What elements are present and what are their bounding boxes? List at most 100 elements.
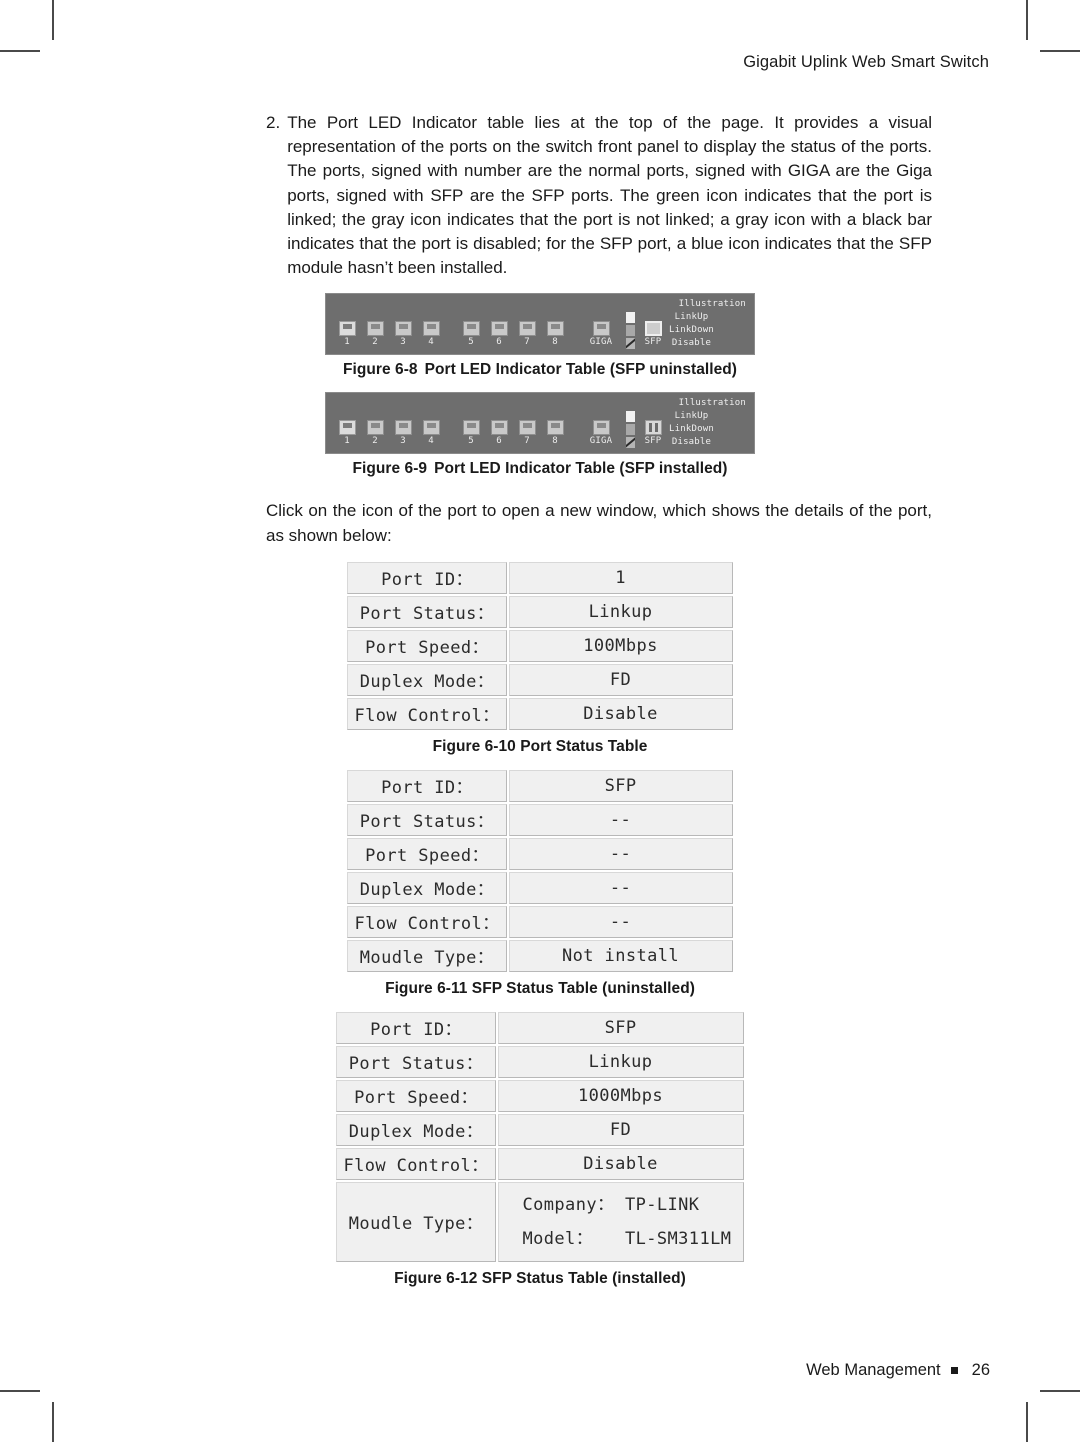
table-row: Port Speed： 100Mbps: [347, 629, 733, 662]
port-4[interactable]: 4: [420, 321, 442, 348]
table-row: Flow Control： Disable: [347, 697, 733, 730]
table-row: Port Status： --: [347, 803, 733, 836]
linkup-swatch-icon: [626, 311, 635, 323]
port-giga[interactable]: GIGA: [584, 420, 618, 447]
field-label: Port Speed：: [336, 1079, 496, 1112]
port-linkup-icon[interactable]: [338, 420, 356, 436]
linkdown-swatch-icon: [626, 423, 635, 435]
port-linkdown-icon[interactable]: [546, 321, 564, 337]
table-row: Duplex Mode： FD: [336, 1113, 744, 1146]
port-5[interactable]: 5: [460, 420, 482, 447]
disable-swatch-icon: [626, 436, 635, 448]
port-7[interactable]: 7: [516, 420, 538, 447]
port-linkdown-icon[interactable]: [462, 420, 480, 436]
port-linkdown-icon[interactable]: [462, 321, 480, 337]
port-8[interactable]: 8: [544, 321, 566, 348]
table-row: Port Speed： --: [347, 837, 733, 870]
port-label: 4: [428, 337, 434, 348]
table-row: Flow Control： --: [347, 905, 733, 938]
port-5[interactable]: 5: [460, 321, 482, 348]
field-label: Port Status：: [347, 803, 507, 836]
field-value: FD: [497, 1113, 744, 1146]
port-1[interactable]: 1: [336, 321, 358, 348]
port-linkdown-icon[interactable]: [394, 420, 412, 436]
port-linkdown-icon[interactable]: [394, 321, 412, 337]
port-linkdown-icon[interactable]: [422, 321, 440, 337]
port-giga[interactable]: GIGA: [584, 321, 618, 348]
field-value: Linkup: [497, 1045, 744, 1078]
field-label: Moudle Type：: [347, 939, 507, 972]
figure-caption-6-11: Figure 6-11 SFP Status Table (uninstalle…: [385, 979, 695, 997]
field-value: Disable: [508, 697, 733, 730]
port-2[interactable]: 2: [364, 321, 386, 348]
port-linkup-icon[interactable]: [338, 321, 356, 337]
legend: Illustration LinkUp LinkDown Disable: [624, 298, 748, 349]
table-row: Port Speed： 1000Mbps: [336, 1079, 744, 1112]
port-label: GIGA: [589, 337, 613, 348]
field-value: SFP: [497, 1011, 744, 1044]
port-6[interactable]: 6: [488, 321, 510, 348]
field-value: --: [508, 871, 733, 904]
table-row: Port ID： 1: [347, 561, 733, 594]
field-label: Port ID：: [336, 1011, 496, 1044]
port-4[interactable]: 4: [420, 420, 442, 447]
field-value: Not install: [508, 939, 733, 972]
figure-title: Port LED Indicator Table (SFP uninstalle…: [424, 361, 737, 379]
legend-row-linkup: LinkUp: [624, 311, 748, 323]
field-label: Port Status：: [336, 1045, 496, 1078]
port-linkdown-icon[interactable]: [490, 321, 508, 337]
field-value: --: [508, 905, 733, 938]
port-label: 6: [496, 436, 502, 447]
port-label: 3: [400, 337, 406, 348]
port-label: 8: [552, 337, 558, 348]
port-linkdown-icon[interactable]: [592, 321, 610, 337]
legend-label: Disable: [671, 437, 712, 448]
field-label: Duplex Mode：: [336, 1113, 496, 1146]
field-value: SFP: [508, 769, 733, 802]
port-label: 8: [552, 436, 558, 447]
port-linkdown-icon[interactable]: [518, 321, 536, 337]
port-label: GIGA: [589, 436, 613, 447]
field-label: Flow Control：: [347, 697, 507, 730]
field-label: Port Speed：: [347, 629, 507, 662]
legend-row-linkdown: LinkDown: [624, 423, 748, 435]
legend-row-disable: Disable: [624, 337, 748, 349]
document-page: Gigabit Uplink Web Smart Switch 2. The P…: [0, 0, 1080, 1442]
table-row: Duplex Mode： --: [347, 871, 733, 904]
port-3[interactable]: 3: [392, 321, 414, 348]
port-2[interactable]: 2: [364, 420, 386, 447]
port-8[interactable]: 8: [544, 420, 566, 447]
table-row: Port Status： Linkup: [347, 595, 733, 628]
port-label: 7: [524, 436, 530, 447]
figure-caption-6-10: Figure 6-10 Port Status Table: [432, 737, 648, 755]
port-label: 1: [344, 337, 350, 348]
port-linkdown-icon[interactable]: [490, 420, 508, 436]
port-linkdown-icon[interactable]: [592, 420, 610, 436]
port-linkdown-icon[interactable]: [422, 420, 440, 436]
port-led-indicator-panel-sfp-installed: 1 2 3 4 5 6 7 8 GIGA SFP Illustration Li…: [325, 392, 755, 455]
port-6[interactable]: 6: [488, 420, 510, 447]
footer-page-number: 26: [971, 1361, 990, 1379]
legend-row-disable: Disable: [624, 436, 748, 448]
running-head: Gigabit Uplink Web Smart Switch: [743, 53, 989, 71]
legend: Illustration LinkUp LinkDown Disable: [624, 397, 748, 448]
port-label: 3: [400, 436, 406, 447]
field-value: --: [508, 837, 733, 870]
field-value: Disable: [497, 1147, 744, 1180]
port-linkdown-icon[interactable]: [366, 321, 384, 337]
numbered-list-item: 2. The Port LED Indicator table lies at …: [90, 111, 990, 280]
port-linkdown-icon[interactable]: [518, 420, 536, 436]
port-1[interactable]: 1: [336, 420, 358, 447]
port-linkdown-icon[interactable]: [546, 420, 564, 436]
port-3[interactable]: 3: [392, 420, 414, 447]
legend-label: LinkDown: [669, 325, 714, 336]
port-label: 6: [496, 337, 502, 348]
port-7[interactable]: 7: [516, 321, 538, 348]
legend-label: LinkUp: [674, 411, 709, 422]
legend-label: Disable: [671, 338, 712, 349]
port-linkdown-icon[interactable]: [366, 420, 384, 436]
field-value: 100Mbps: [508, 629, 733, 662]
field-label: Flow Control：: [347, 905, 507, 938]
port-label: 1: [344, 436, 350, 447]
legend-row-linkdown: LinkDown: [624, 324, 748, 336]
